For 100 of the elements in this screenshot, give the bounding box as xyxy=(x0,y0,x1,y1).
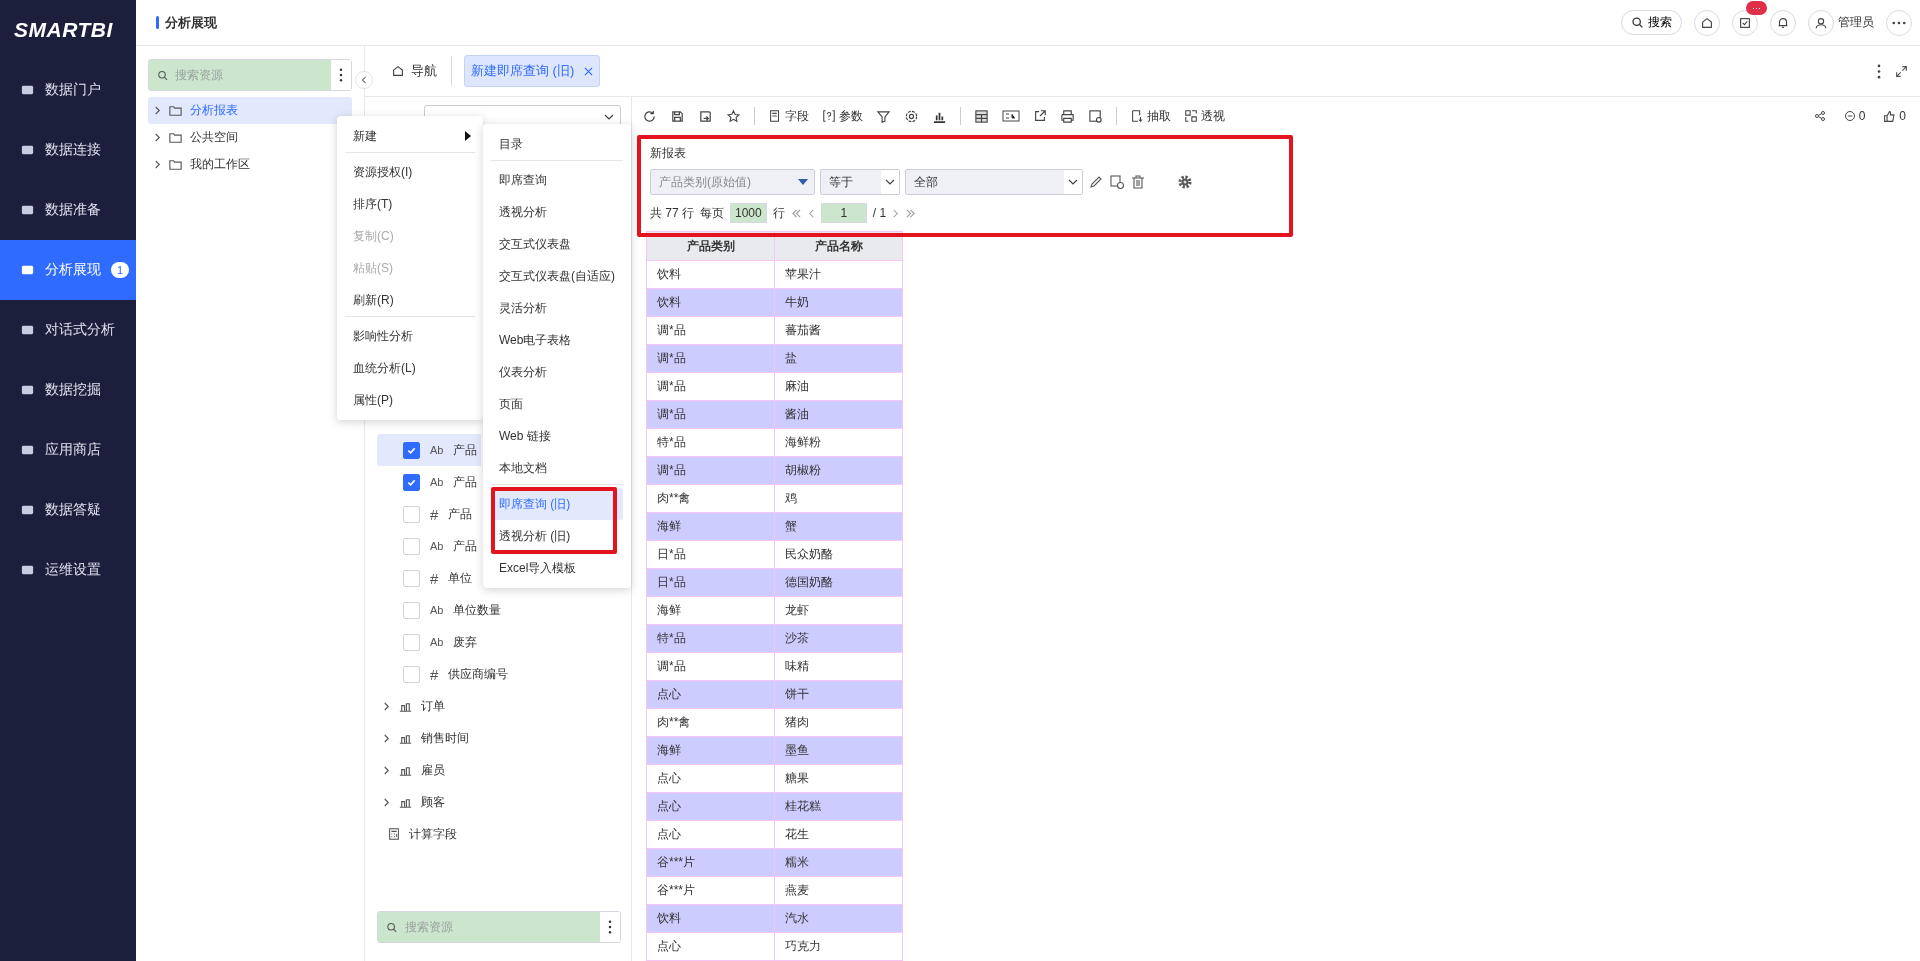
user-name[interactable]: 管理员 xyxy=(1838,14,1874,31)
settings-icon[interactable] xyxy=(904,108,919,124)
bell-button[interactable] xyxy=(1770,9,1796,36)
chevron-icon[interactable] xyxy=(383,797,390,807)
tree-item[interactable]: 订单 xyxy=(377,690,621,722)
menu-item[interactable]: 透视分析 (旧) xyxy=(491,520,623,552)
menu-item[interactable]: 本地文档 xyxy=(491,452,623,485)
first-page-icon[interactable] xyxy=(790,208,802,218)
nav-item[interactable]: 数据门户 xyxy=(0,60,136,120)
nav-item[interactable]: 数据挖掘 xyxy=(0,360,136,420)
filter-icon[interactable] xyxy=(876,108,891,124)
field-item[interactable]: Ab 产品 xyxy=(377,466,482,498)
checkbox[interactable] xyxy=(403,473,420,491)
tab[interactable]: 新建即席查询 (旧) xyxy=(464,55,601,87)
nav-item[interactable]: 数据连接 xyxy=(0,120,136,180)
like-button[interactable]: 0 xyxy=(1883,109,1906,123)
extract-button[interactable]: 抽取 xyxy=(1130,107,1171,125)
checkbox[interactable] xyxy=(403,441,420,459)
sql-icon[interactable] xyxy=(1002,110,1020,122)
fields-button[interactable]: 字段 xyxy=(768,107,809,125)
menu-item[interactable]: 灵活分析 xyxy=(491,292,623,324)
nav-item[interactable]: 分析展现 1 xyxy=(0,240,136,300)
field-item[interactable]: Ab 废弃 xyxy=(377,626,482,658)
calculated-field-item[interactable]: 计算字段 xyxy=(377,818,621,850)
operator-dropdown[interactable]: 等于 xyxy=(820,169,900,195)
menu-item[interactable]: Excel导入模板 xyxy=(491,552,623,584)
copy-settings-icon[interactable] xyxy=(1109,174,1125,190)
tree-item[interactable]: 分析报表 xyxy=(148,97,352,124)
tree-item[interactable]: 雇员 xyxy=(377,754,621,786)
pivot-button[interactable]: 透视 xyxy=(1184,107,1225,125)
nav-item[interactable]: 对话式分析 xyxy=(0,300,136,360)
value-dropdown[interactable]: 全部 xyxy=(905,169,1083,195)
save-icon[interactable] xyxy=(670,108,685,124)
tree-item[interactable]: 顾客 xyxy=(377,786,621,818)
tree-item[interactable]: 销售时间 xyxy=(377,722,621,754)
print-icon[interactable] xyxy=(1060,108,1075,124)
trash-icon[interactable] xyxy=(1130,174,1146,190)
collapse-button[interactable] xyxy=(355,71,373,89)
nav-item[interactable]: 数据答疑 xyxy=(0,480,136,540)
pencil-icon[interactable] xyxy=(1088,174,1104,190)
menu-item[interactable]: 属性(P) xyxy=(345,384,475,416)
close-icon[interactable] xyxy=(584,66,594,76)
search-icon xyxy=(1631,16,1644,29)
more-icon[interactable] xyxy=(1877,63,1881,79)
menu-item[interactable]: 页面 xyxy=(491,388,623,420)
nav-item[interactable]: 数据准备 xyxy=(0,180,136,240)
menu-item[interactable]: 仪表分析 xyxy=(491,356,623,388)
menu-item[interactable]: 交互式仪表盘(自适应) xyxy=(491,260,623,292)
table-cell: 盐 xyxy=(774,344,903,373)
menu-item[interactable]: 刷新(R) xyxy=(345,284,475,317)
menu-item[interactable]: 排序(T) xyxy=(345,188,475,220)
table-cell: 鸡 xyxy=(774,484,903,513)
nav-label: 数据挖掘 xyxy=(45,381,101,399)
task-button[interactable] xyxy=(1732,9,1758,36)
menu-item[interactable]: Web 链接 xyxy=(491,420,623,452)
field-item[interactable]: # 供应商编号 xyxy=(377,658,513,690)
home-icon xyxy=(391,64,405,78)
comments-button[interactable]: 0 xyxy=(1843,109,1866,123)
menu-item[interactable]: 血统分析(L) xyxy=(345,352,475,384)
expand-icon[interactable] xyxy=(1895,64,1908,78)
refresh-icon[interactable] xyxy=(642,108,657,124)
chevron-icon[interactable] xyxy=(383,765,390,775)
field-item[interactable]: Ab 单位数量 xyxy=(377,594,506,626)
share-icon[interactable] xyxy=(1813,110,1826,122)
chevron-icon[interactable] xyxy=(383,733,390,743)
menu-item[interactable]: 交互式仪表盘 xyxy=(491,228,623,260)
page-count: / 1 xyxy=(872,206,887,220)
chevron-icon[interactable] xyxy=(154,133,161,142)
chevron-down-icon xyxy=(604,114,614,120)
page-field[interactable]: 1 xyxy=(820,203,867,223)
field-item[interactable]: Ab 产品 xyxy=(377,530,482,562)
menu-item[interactable]: 即席查询 xyxy=(491,164,623,196)
table-icon[interactable] xyxy=(974,108,989,124)
image-settings-icon[interactable] xyxy=(1088,108,1103,124)
home-button[interactable] xyxy=(1694,9,1720,36)
nav-label: 数据连接 xyxy=(45,141,101,159)
nav-item[interactable]: 应用商店 xyxy=(0,420,136,480)
field-item[interactable]: # 单位 xyxy=(377,562,477,594)
table-cell: 谷***片 xyxy=(646,876,775,905)
chevron-icon[interactable] xyxy=(154,160,161,169)
tab[interactable]: 导航 xyxy=(385,56,452,86)
save-as-icon[interactable] xyxy=(698,108,713,124)
params-button[interactable]: 参数 xyxy=(822,107,863,125)
settings-icon[interactable] xyxy=(1177,174,1193,190)
menu-item[interactable]: 透视分析 xyxy=(491,196,623,228)
star-icon[interactable] xyxy=(726,108,741,124)
menu-item[interactable]: 影响性分析 xyxy=(345,320,475,352)
last-page-icon[interactable] xyxy=(905,208,917,218)
menu-item[interactable]: 新建 xyxy=(345,120,475,153)
menu-item[interactable]: 目录 xyxy=(491,128,623,161)
menu-item[interactable]: Web电子表格 xyxy=(491,324,623,356)
chevron-icon[interactable] xyxy=(383,701,390,711)
chevron-icon[interactable] xyxy=(154,106,161,115)
field-item[interactable]: # 产品 xyxy=(377,498,477,530)
field-item[interactable]: Ab 产品 xyxy=(377,434,482,466)
nav-item[interactable]: 运维设置 xyxy=(0,540,136,600)
search-button[interactable]: 搜索 xyxy=(1621,10,1682,35)
page-size-field[interactable]: 1000 xyxy=(730,203,767,223)
user-button[interactable] xyxy=(1808,9,1834,36)
export-icon[interactable] xyxy=(1033,109,1047,123)
